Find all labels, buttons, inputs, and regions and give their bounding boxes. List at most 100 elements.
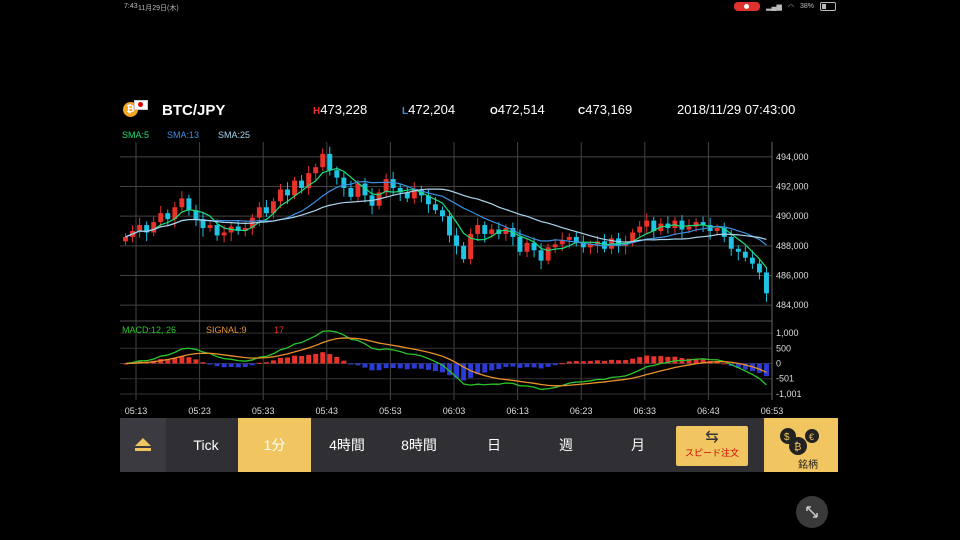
macd-hist-bar bbox=[517, 363, 523, 368]
candle-body bbox=[285, 189, 290, 196]
macd-hist-bar bbox=[369, 363, 375, 371]
candle-body bbox=[686, 226, 692, 230]
macd-hist-bar bbox=[630, 358, 636, 364]
pair-label[interactable]: BTC/JPY bbox=[162, 102, 225, 119]
macd-hist-bar bbox=[376, 363, 382, 371]
bitcoin-yen-icon: ₿ bbox=[123, 100, 148, 120]
high-value: H473,228 bbox=[313, 102, 368, 117]
symbol-select-button[interactable]: $ ₿ € 銘柄 bbox=[764, 418, 838, 472]
macd-hist-bar bbox=[193, 359, 199, 364]
eject-button[interactable] bbox=[120, 418, 166, 472]
macd-tick-label: 1,000 bbox=[776, 328, 799, 338]
macd-hist-bar bbox=[348, 363, 354, 365]
macd-hist-bar bbox=[538, 363, 544, 369]
tab-week[interactable]: 週 bbox=[530, 418, 602, 472]
macd-tick-label: -1,001 bbox=[776, 389, 802, 399]
candle-body bbox=[320, 153, 326, 168]
price-chart[interactable]: SMA:5 SMA:13 SMA:25 MACD:12, 26 SIGNAL:9… bbox=[120, 122, 838, 418]
macd-hist-bar bbox=[609, 359, 614, 364]
macd-hist-bar bbox=[623, 360, 629, 364]
battery-icon bbox=[820, 2, 836, 11]
candle-body bbox=[728, 236, 734, 249]
macd-hist-bar bbox=[559, 363, 565, 365]
tab-day[interactable]: 日 bbox=[458, 418, 530, 472]
candle-body bbox=[440, 210, 445, 217]
candle-body bbox=[137, 225, 143, 231]
macd-hist-bar bbox=[580, 361, 586, 364]
macd-hist-bar bbox=[249, 363, 255, 366]
tab-month[interactable]: 月 bbox=[602, 418, 674, 472]
status-date: 11月29日(木) bbox=[138, 5, 179, 12]
macd-hist-bar bbox=[390, 363, 396, 368]
macd-hist-bar bbox=[425, 363, 431, 370]
macd-hist-bar bbox=[531, 363, 537, 368]
macd-hist-bar bbox=[573, 360, 579, 364]
candle-body bbox=[179, 198, 185, 208]
x-tick-label: 05:33 bbox=[252, 406, 275, 416]
candle-body bbox=[383, 179, 389, 193]
candle-body bbox=[482, 225, 488, 234]
candles bbox=[123, 146, 769, 302]
price-tick-label: 492,000 bbox=[776, 181, 809, 191]
macd-hist-bar bbox=[418, 363, 424, 369]
macd-hist-bar bbox=[644, 355, 650, 364]
wifi-icon: ◠ bbox=[787, 3, 794, 11]
low-value: L472,204 bbox=[402, 102, 456, 117]
candle-body bbox=[355, 183, 361, 197]
candle-body bbox=[263, 207, 269, 214]
macd-tick-label: 500 bbox=[776, 343, 791, 353]
candle-body bbox=[348, 187, 354, 197]
screen-record-icon bbox=[734, 2, 761, 11]
macd-hist-bar bbox=[510, 363, 516, 367]
sma13-line bbox=[125, 180, 767, 247]
macd-hist-bar bbox=[637, 357, 643, 364]
tab-4h[interactable]: 4時間 bbox=[311, 418, 383, 472]
macd-histogram bbox=[123, 352, 769, 381]
macd-hist-bar bbox=[256, 362, 262, 364]
legend-sma5: SMA:5 bbox=[122, 130, 149, 140]
x-tick-label: 06:03 bbox=[443, 406, 466, 416]
axis-labels: 05:13 05:23 05:33 05:43 05:53 06:03 06:13 06:23… bbox=[125, 152, 809, 416]
candle-body bbox=[475, 225, 481, 234]
tab-tick[interactable]: Tick bbox=[170, 418, 242, 472]
candle-body bbox=[390, 179, 396, 188]
candle-body bbox=[221, 232, 227, 236]
candle-body bbox=[447, 216, 452, 236]
collapse-button[interactable] bbox=[796, 496, 828, 528]
status-bar: 7:43 11月29日(木) ▂▄▆ ◠ 38% bbox=[0, 0, 960, 14]
macd-hist-bar bbox=[263, 362, 269, 364]
macd-hist-bar bbox=[285, 357, 290, 364]
macd-hist-bar bbox=[566, 361, 572, 364]
price-tick-label: 494,000 bbox=[776, 152, 809, 162]
macd-hist-bar bbox=[383, 363, 389, 369]
macd-hist-bar bbox=[616, 360, 622, 364]
price-tick-label: 484,000 bbox=[776, 300, 809, 310]
svg-text:$: $ bbox=[784, 432, 790, 443]
shrink-arrows-icon bbox=[806, 506, 818, 518]
legend-sma25: SMA:25 bbox=[218, 130, 250, 140]
candle-body bbox=[278, 189, 283, 202]
candle-body bbox=[341, 177, 347, 188]
candle-body bbox=[749, 257, 755, 264]
candle-body bbox=[123, 236, 128, 242]
macd-hist-bar bbox=[186, 357, 192, 364]
candle-body bbox=[454, 235, 460, 246]
battery-percent: 38% bbox=[799, 3, 814, 10]
macd-hist-bar bbox=[362, 363, 368, 368]
speed-order-button[interactable]: ⇆ スピード注文 bbox=[676, 426, 748, 466]
x-tick-label: 06:13 bbox=[506, 406, 529, 416]
candle-body bbox=[524, 242, 530, 252]
macd-hist-bar bbox=[214, 363, 220, 367]
coins-icon: $ ₿ € bbox=[780, 428, 819, 455]
tab-1min[interactable]: 1分 bbox=[238, 418, 311, 472]
candle-body bbox=[327, 153, 333, 171]
candle-body bbox=[165, 213, 171, 220]
x-tick-label: 06:23 bbox=[570, 406, 593, 416]
tab-8h[interactable]: 8時間 bbox=[383, 418, 455, 472]
legend-macd: MACD:12, 26 bbox=[122, 325, 176, 335]
macd-hist-bar bbox=[235, 363, 241, 368]
macd-hist-bar bbox=[200, 362, 206, 364]
macd-hist-bar bbox=[602, 360, 607, 364]
x-tick-label: 06:43 bbox=[697, 406, 720, 416]
macd-hist-bar bbox=[355, 363, 361, 366]
